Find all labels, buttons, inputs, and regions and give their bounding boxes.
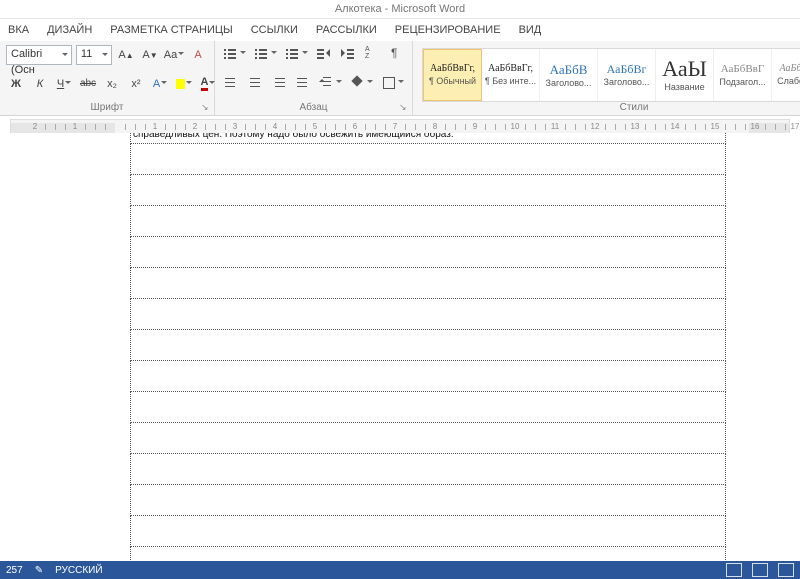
- table-row[interactable]: [130, 268, 726, 299]
- shrink-font-button[interactable]: A▼: [140, 46, 160, 64]
- title-bar: Алкотека - Microsoft Word: [0, 0, 800, 19]
- strike-button[interactable]: abc: [78, 75, 98, 93]
- font-name-select[interactable]: Calibri (Осн: [6, 45, 72, 65]
- table-row[interactable]: [130, 485, 726, 516]
- table-row[interactable]: [130, 237, 726, 268]
- table-row[interactable]: [130, 516, 726, 547]
- borders-button[interactable]: [379, 74, 406, 92]
- group-font: Calibri (Осн 11 A▲ A▼ Aa A Ж К Ч abc x₂ …: [0, 41, 215, 115]
- font-size-select[interactable]: 11: [76, 45, 112, 65]
- group-paragraph: Абзац ↘: [215, 41, 413, 115]
- font-group-label: Шрифт: [6, 102, 208, 115]
- superscript-button[interactable]: x²: [126, 75, 146, 93]
- spellcheck-icon[interactable]: ✎: [35, 565, 43, 576]
- align-left-button[interactable]: [221, 74, 241, 92]
- underline-button[interactable]: Ч: [54, 75, 74, 93]
- show-marks-button[interactable]: [386, 45, 406, 63]
- table-row[interactable]: справедливых цен. Поэтому надо было осве…: [130, 133, 726, 144]
- web-layout-icon[interactable]: [778, 563, 794, 577]
- table-row[interactable]: [130, 144, 726, 175]
- tab-references[interactable]: ССЫЛКИ: [251, 24, 298, 36]
- highlight-button[interactable]: [174, 75, 194, 93]
- table-row[interactable]: [130, 330, 726, 361]
- document-area[interactable]: справедливых цен. Поэтому надо было осве…: [0, 133, 800, 561]
- text-effects-button[interactable]: A: [150, 75, 170, 93]
- align-center-button[interactable]: [245, 74, 265, 92]
- horizontal-ruler[interactable]: 211234567891011121314151617: [0, 116, 800, 134]
- styles-group-label: Стили: [419, 102, 800, 115]
- tab-mailings[interactable]: РАССЫЛКИ: [316, 24, 377, 36]
- change-case-button[interactable]: Aa: [164, 46, 184, 64]
- tab-review[interactable]: РЕЦЕНЗИРОВАНИЕ: [395, 24, 501, 36]
- document-table[interactable]: справедливых цен. Поэтому надо было осве…: [130, 133, 726, 561]
- shading-button[interactable]: [348, 74, 375, 92]
- justify-button[interactable]: [293, 74, 313, 92]
- numbering-button[interactable]: [252, 45, 279, 63]
- style-item[interactable]: АаБбВвГгСлабое в...: [772, 49, 800, 101]
- table-row[interactable]: [130, 206, 726, 237]
- bullets-button[interactable]: [221, 45, 248, 63]
- increase-indent-button[interactable]: [338, 45, 358, 63]
- table-row[interactable]: [130, 361, 726, 392]
- tab-page-layout[interactable]: РАЗМЕТКА СТРАНИЦЫ: [110, 24, 232, 36]
- paragraph-group-label: Абзац: [221, 102, 406, 115]
- table-row[interactable]: [130, 175, 726, 206]
- paragraph-dialog-launcher-icon[interactable]: ↘: [399, 102, 409, 112]
- subscript-button[interactable]: x₂: [102, 75, 122, 93]
- align-right-button[interactable]: [269, 74, 289, 92]
- grow-font-button[interactable]: A▲: [116, 46, 136, 64]
- tab-design[interactable]: ДИЗАЙН: [47, 24, 92, 36]
- tab-paste-partial[interactable]: ВКА: [8, 24, 29, 36]
- table-row[interactable]: [130, 392, 726, 423]
- style-item[interactable]: АаЫНазвание: [656, 49, 714, 101]
- table-row[interactable]: [130, 547, 726, 561]
- page-number[interactable]: 257: [6, 565, 23, 576]
- ribbon: Calibri (Осн 11 A▲ A▼ Aa A Ж К Ч abc x₂ …: [0, 41, 800, 116]
- table-row[interactable]: [130, 299, 726, 330]
- table-row[interactable]: [130, 423, 726, 454]
- styles-gallery: АаБбВвГг,¶ ОбычныйАаБбВвГг,¶ Без инте...…: [422, 48, 800, 102]
- style-item[interactable]: АаБбВвГг,¶ Без инте...: [482, 49, 540, 101]
- read-mode-icon[interactable]: [726, 563, 742, 577]
- decrease-indent-button[interactable]: [314, 45, 334, 63]
- table-row[interactable]: [130, 454, 726, 485]
- multilevel-button[interactable]: [283, 45, 310, 63]
- style-item[interactable]: АаБбВвГг,¶ Обычный: [423, 49, 482, 101]
- group-styles: АаБбВвГг,¶ ОбычныйАаБбВвГг,¶ Без инте...…: [413, 41, 800, 115]
- line-spacing-button[interactable]: [317, 74, 344, 92]
- style-item[interactable]: АаБбВгЗаголово...: [598, 49, 656, 101]
- style-item[interactable]: АаБбВЗаголово...: [540, 49, 598, 101]
- clear-format-button[interactable]: A: [188, 46, 208, 64]
- style-item[interactable]: АаБбВвГПодзагол...: [714, 49, 772, 101]
- sort-button[interactable]: [362, 45, 382, 63]
- print-layout-icon[interactable]: [752, 563, 768, 577]
- font-dialog-launcher-icon[interactable]: ↘: [201, 102, 211, 112]
- language-indicator[interactable]: РУССКИЙ: [55, 565, 102, 576]
- ribbon-tabs: ВКА ДИЗАЙН РАЗМЕТКА СТРАНИЦЫ ССЫЛКИ РАСС…: [0, 19, 800, 41]
- tab-view[interactable]: ВИД: [519, 24, 542, 36]
- status-bar: 257 ✎ РУССКИЙ: [0, 561, 800, 579]
